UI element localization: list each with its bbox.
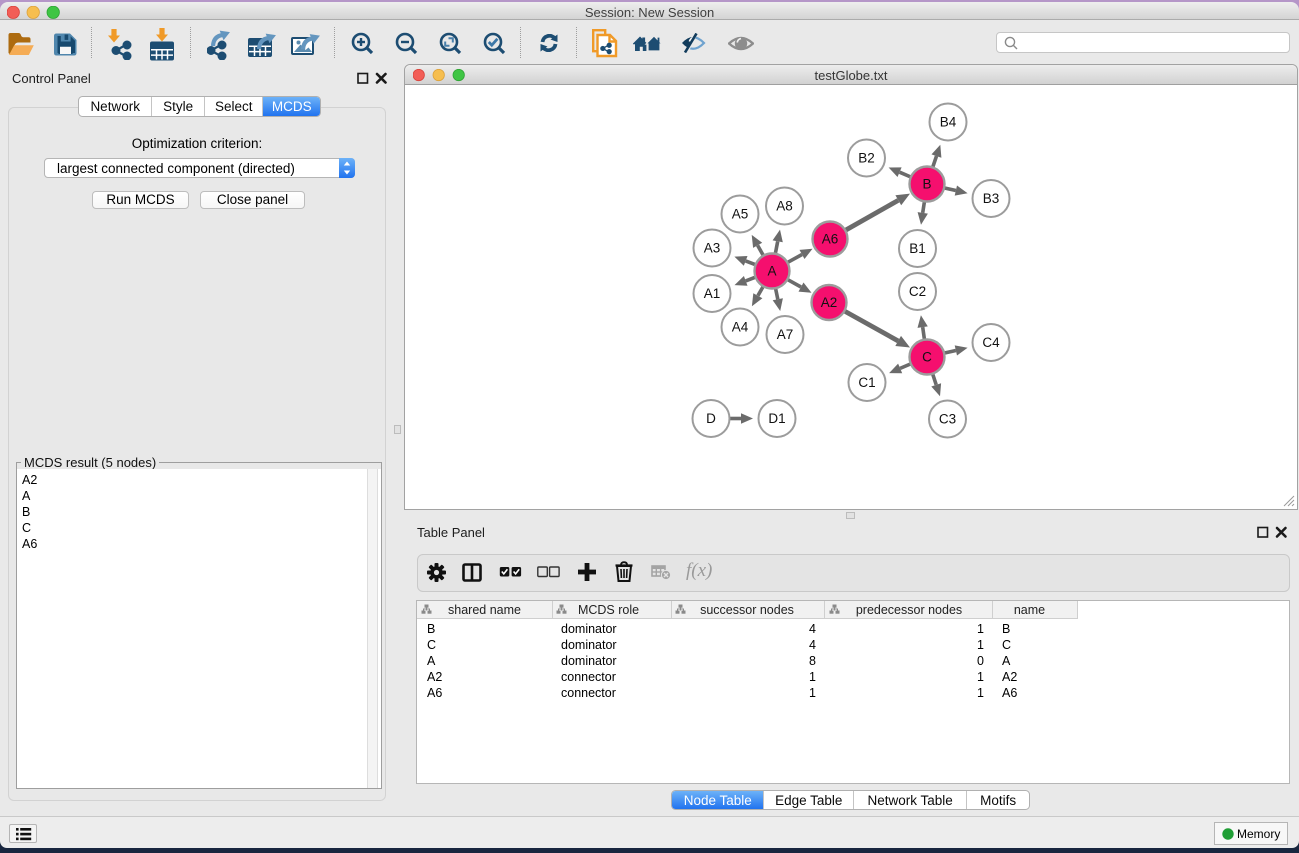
svg-text:A2: A2 <box>821 295 838 310</box>
svg-text:B4: B4 <box>940 115 957 130</box>
svg-text:D: D <box>706 411 716 426</box>
svg-text:A3: A3 <box>704 241 721 256</box>
svg-text:C3: C3 <box>939 412 956 427</box>
svg-text:C2: C2 <box>909 284 926 299</box>
svg-text:D1: D1 <box>768 411 785 426</box>
svg-text:A5: A5 <box>732 207 749 222</box>
svg-text:B1: B1 <box>909 241 926 256</box>
svg-text:B3: B3 <box>983 191 1000 206</box>
svg-text:B2: B2 <box>858 151 875 166</box>
svg-text:A: A <box>767 264 776 279</box>
svg-text:C1: C1 <box>858 375 875 390</box>
svg-text:A6: A6 <box>822 232 839 247</box>
svg-text:C: C <box>922 350 932 365</box>
svg-text:C4: C4 <box>982 335 1000 350</box>
svg-text:A8: A8 <box>776 199 793 214</box>
svg-text:A1: A1 <box>704 286 721 301</box>
svg-text:A4: A4 <box>732 320 749 335</box>
svg-text:A7: A7 <box>777 327 794 342</box>
svg-text:B: B <box>922 177 931 192</box>
